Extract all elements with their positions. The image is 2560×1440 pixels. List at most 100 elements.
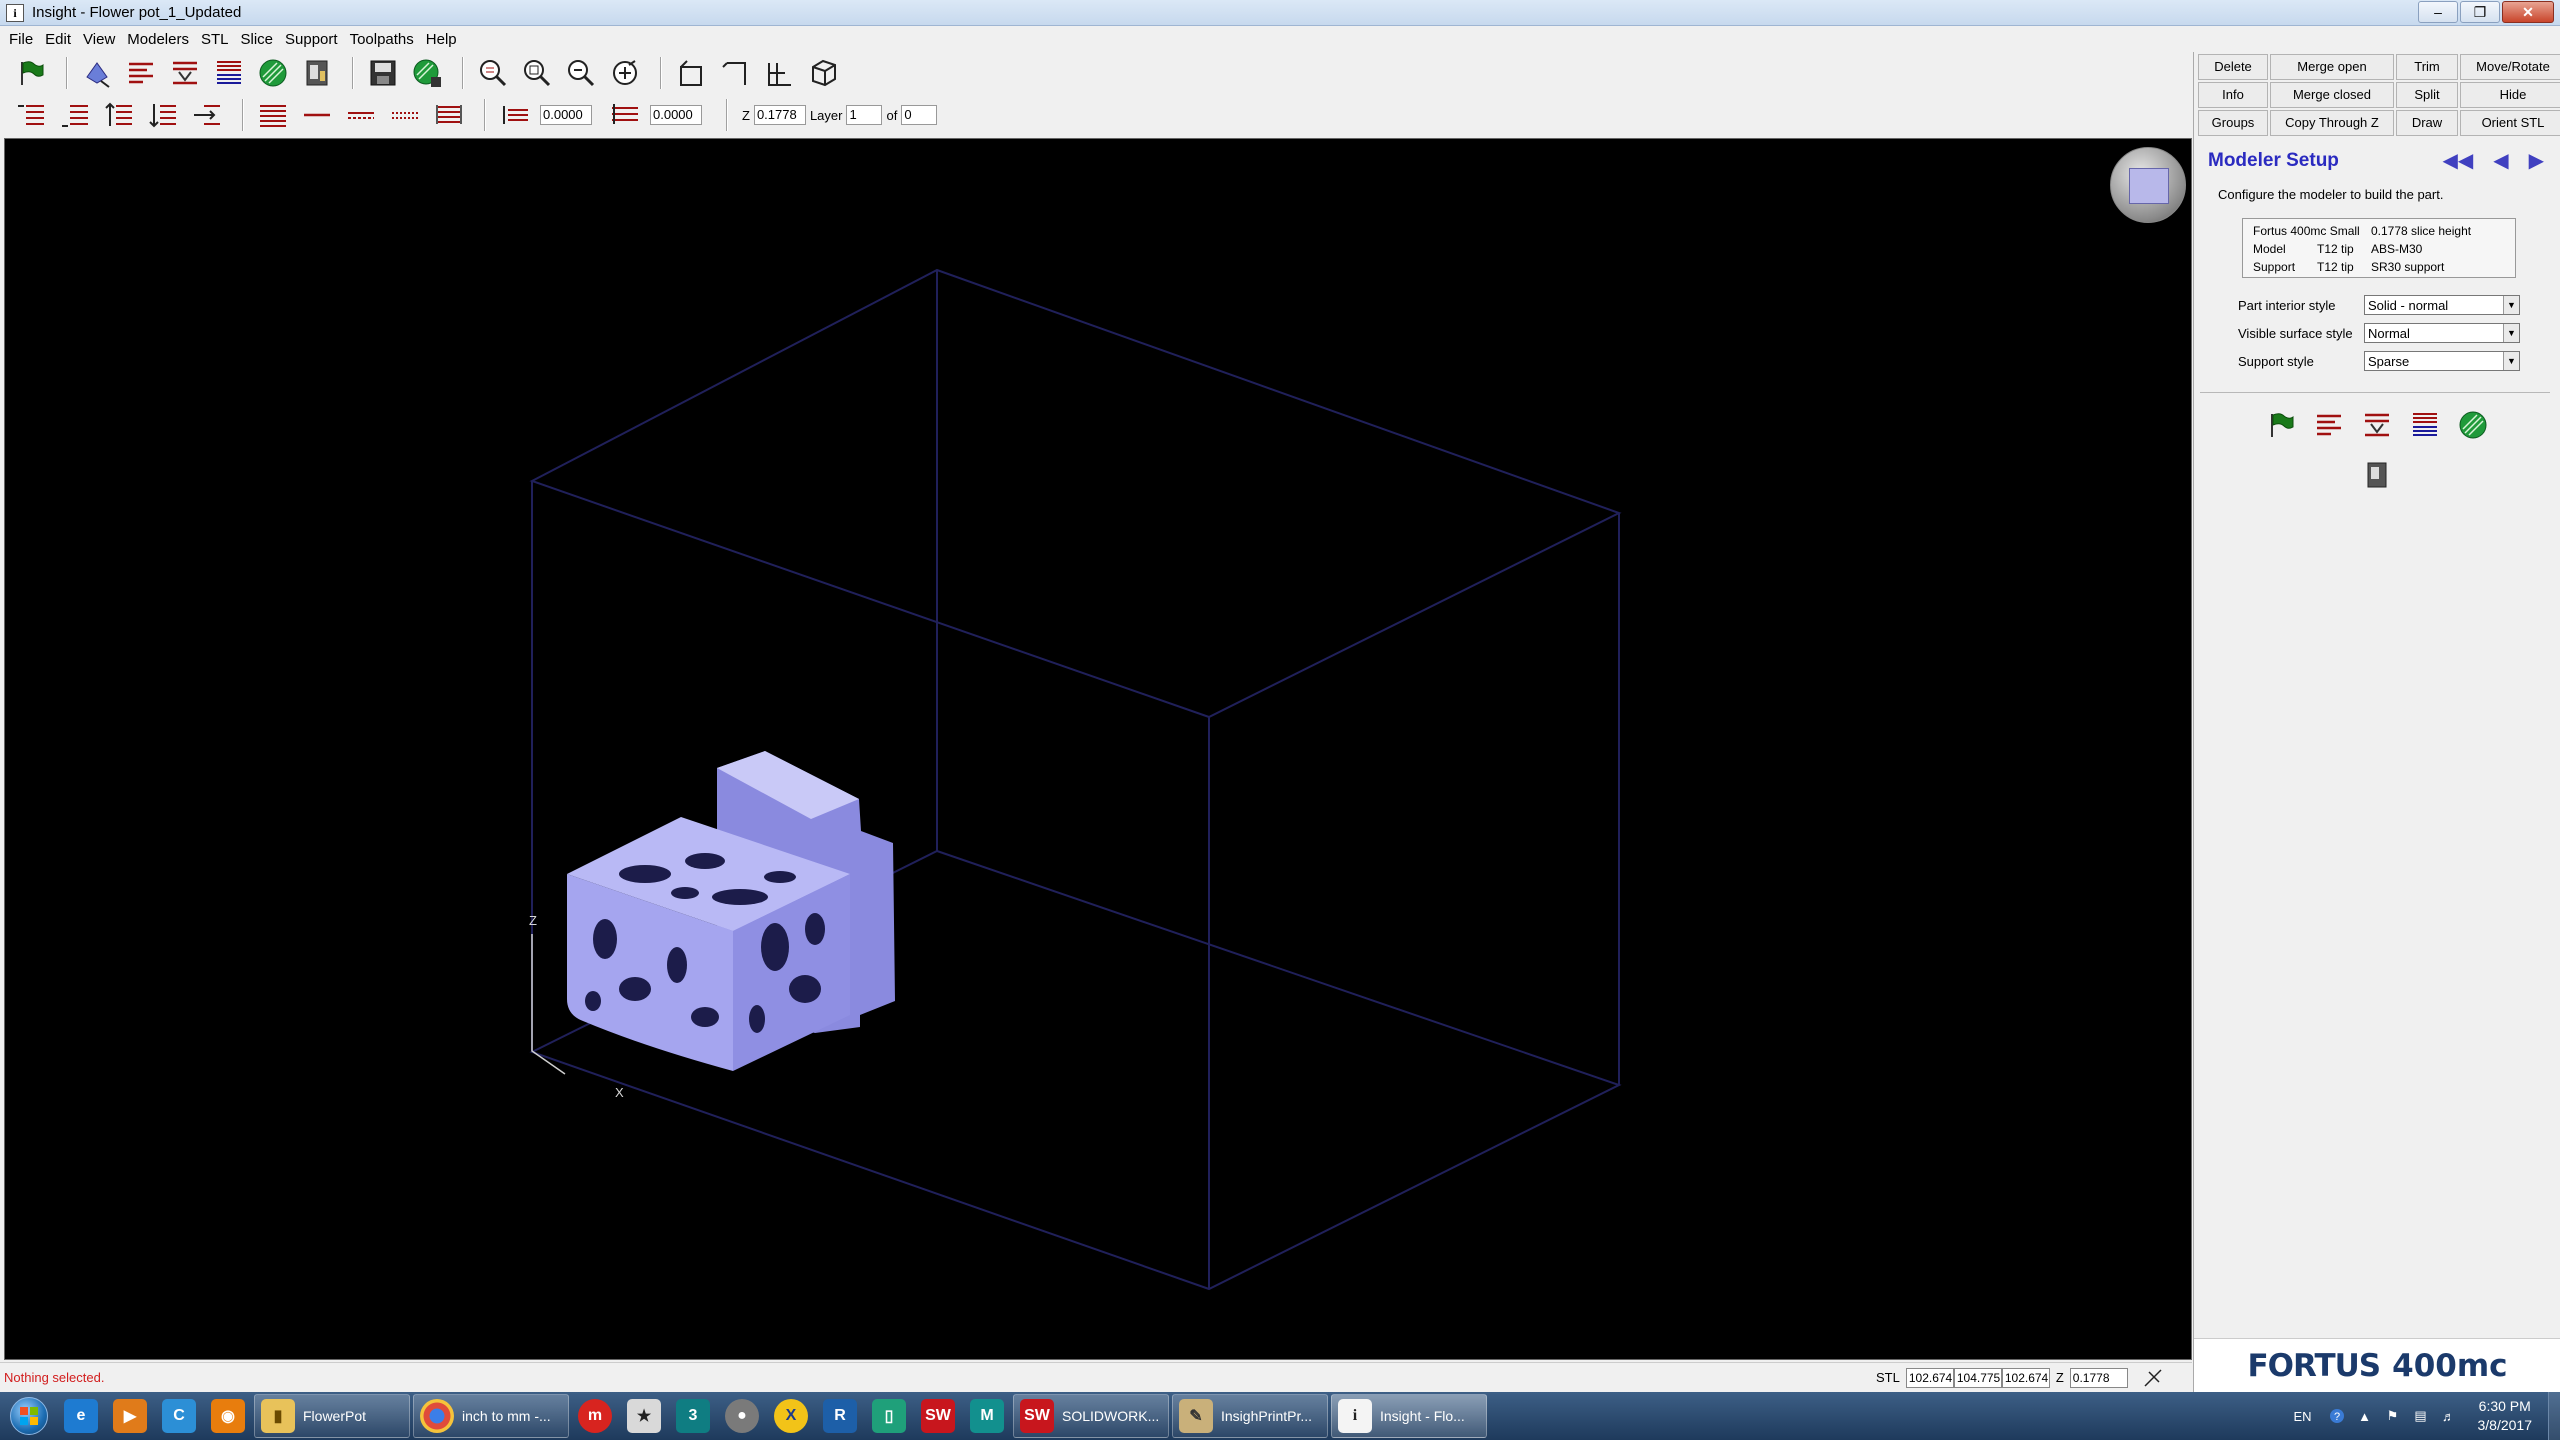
language-indicator[interactable]: EN [2293, 1409, 2311, 1424]
view-side-icon[interactable] [716, 55, 754, 91]
taskbar-app-chrome[interactable]: inch to mm -... [413, 1394, 569, 1438]
curve-next-icon[interactable] [12, 97, 50, 133]
toolpaths-icon[interactable] [2406, 407, 2444, 443]
orient-stl-button[interactable]: Orient STL [2460, 110, 2560, 136]
line-style-dotted-icon[interactable] [386, 97, 424, 133]
trim-button[interactable]: Trim [2396, 54, 2458, 80]
toolpath-green-icon[interactable] [254, 55, 292, 91]
draw-button[interactable]: Draw [2396, 110, 2458, 136]
restore-button[interactable]: ❐ [2460, 1, 2500, 23]
network-icon[interactable]: ▤ [2412, 1407, 2430, 1425]
orient-stl-icon[interactable] [78, 55, 116, 91]
volume-icon[interactable]: ♬ [2440, 1407, 2458, 1425]
z-value[interactable]: 0.1778 [753, 105, 806, 125]
visible-surface-style-select[interactable]: Normal ▼ [2364, 323, 2520, 343]
menu-edit[interactable]: Edit [42, 31, 80, 48]
view-front-icon[interactable] [672, 55, 710, 91]
view-iso-icon[interactable] [804, 55, 842, 91]
show-hidden-icons-icon[interactable]: ▲ [2356, 1407, 2374, 1425]
raster-offset-value[interactable]: 0.0000 [650, 105, 702, 125]
close-button[interactable]: ✕ [2502, 1, 2554, 23]
3d-viewport[interactable]: Z X [4, 138, 2192, 1360]
taskbar-app-makerbot[interactable]: m [572, 1394, 618, 1438]
line-style-dashed-icon[interactable] [342, 97, 380, 133]
next-step-icon[interactable]: ▶ [2529, 148, 2544, 173]
raster-offset-field[interactable]: 0.0000 [650, 105, 702, 125]
modeler-setup-flag-icon[interactable] [12, 55, 50, 91]
flag-icon[interactable]: ⚑ [2384, 1407, 2402, 1425]
taskbar-app-insight-print[interactable]: ✎ InsighPrintPr... [1172, 1394, 1328, 1438]
slice-icon[interactable] [122, 55, 160, 91]
z-height-field[interactable]: Z 0.1778 Layer 1 of 0 [738, 105, 938, 125]
menu-support[interactable]: Support [282, 31, 347, 48]
merge-open-button[interactable]: Merge open [2270, 54, 2394, 80]
zoom-out-icon[interactable] [562, 55, 600, 91]
raster-offset-icon[interactable] [606, 97, 644, 133]
menu-slice[interactable]: Slice [238, 31, 283, 48]
menu-view[interactable]: View [80, 31, 124, 48]
menu-file[interactable]: File [6, 31, 42, 48]
merge-closed-button[interactable]: Merge closed [2270, 82, 2394, 108]
groups-button[interactable]: Groups [2198, 110, 2268, 136]
taskbar-app-ccleaner[interactable]: C [156, 1394, 202, 1438]
zoom-in-icon[interactable] [474, 55, 512, 91]
taskbar-app-3dsmax[interactable]: 3 [670, 1394, 716, 1438]
taskbar-app-solidworks[interactable]: SW SOLIDWORK... [1013, 1394, 1169, 1438]
menu-help[interactable]: Help [423, 31, 466, 48]
previous-step-icon[interactable]: ◀ [2493, 148, 2508, 173]
taskbar-app-zbrush[interactable]: ★ [621, 1394, 667, 1438]
contour-offset-icon[interactable] [496, 97, 534, 133]
line-style-single-icon[interactable] [298, 97, 336, 133]
taskbar-app-media-player[interactable]: ▶ [107, 1394, 153, 1438]
chevron-down-icon[interactable]: ▼ [2503, 352, 2519, 370]
layer-up-icon[interactable] [100, 97, 138, 133]
support-style-select[interactable]: Sparse ▼ [2364, 351, 2520, 371]
zoom-fit-icon[interactable] [606, 55, 644, 91]
build-job-icon[interactable] [2358, 457, 2396, 493]
info-button[interactable]: Info [2198, 82, 2268, 108]
chevron-down-icon[interactable]: ▼ [2503, 324, 2519, 342]
line-style-solid-icon[interactable] [254, 97, 292, 133]
modeler-info-box[interactable]: Fortus 400mc Small 0.1778 slice height M… [2242, 218, 2516, 278]
orientation-cube-face[interactable] [2129, 168, 2169, 204]
line-style-raster-icon[interactable] [430, 97, 468, 133]
taskbar-app-xmind[interactable]: X [768, 1394, 814, 1438]
taskbar-app-grabcad[interactable]: ▯ [866, 1394, 912, 1438]
modeler-setup-flag-icon[interactable] [2262, 407, 2300, 443]
start-button[interactable] [0, 1393, 58, 1439]
taskbar-app-keyshot[interactable]: ● [719, 1394, 765, 1438]
clock[interactable]: 6:30 PM 3/8/2017 [2478, 1397, 2533, 1435]
save-icon[interactable] [364, 55, 402, 91]
curve-prev-icon[interactable] [56, 97, 94, 133]
orientation-cube[interactable] [2110, 147, 2186, 223]
support-icon[interactable] [2358, 407, 2396, 443]
taskbar-app-insight[interactable]: i Insight - Flo... [1331, 1394, 1487, 1438]
toolpath-green-icon[interactable] [2454, 407, 2492, 443]
menu-modelers[interactable]: Modelers [124, 31, 198, 48]
split-button[interactable]: Split [2396, 82, 2458, 108]
slice-icon[interactable] [2310, 407, 2348, 443]
layer-value[interactable]: 1 [846, 105, 883, 125]
move-rotate-button[interactable]: Move/Rotate [2460, 54, 2560, 80]
taskbar-app-maya[interactable]: M [964, 1394, 1010, 1438]
menu-toolpaths[interactable]: Toolpaths [347, 31, 423, 48]
show-desktop-button[interactable] [2548, 1392, 2560, 1440]
save-toolpath-icon[interactable] [408, 55, 446, 91]
minimize-button[interactable]: – [2418, 1, 2458, 23]
delete-button[interactable]: Delete [2198, 54, 2268, 80]
taskbar-app-folder[interactable]: ▮ FlowerPot [254, 1394, 410, 1438]
contour-offset-value[interactable]: 0.0000 [540, 105, 592, 125]
menu-stl[interactable]: STL [198, 31, 238, 48]
help-icon[interactable]: ? [2328, 1407, 2346, 1425]
taskbar-app-solidworks-2016[interactable]: SW [915, 1394, 961, 1438]
zoom-window-icon[interactable] [518, 55, 556, 91]
first-step-icon[interactable]: ◀◀ [2442, 148, 2473, 173]
pointer-mode-icon[interactable] [2138, 1366, 2168, 1390]
hide-button[interactable]: Hide [2460, 82, 2560, 108]
taskbar-app-blender[interactable]: ◉ [205, 1394, 251, 1438]
toolpaths-icon[interactable] [210, 55, 248, 91]
layer-down-icon[interactable] [144, 97, 182, 133]
chevron-down-icon[interactable]: ▼ [2503, 296, 2519, 314]
support-icon[interactable] [166, 55, 204, 91]
taskbar-app-revit[interactable]: R [817, 1394, 863, 1438]
